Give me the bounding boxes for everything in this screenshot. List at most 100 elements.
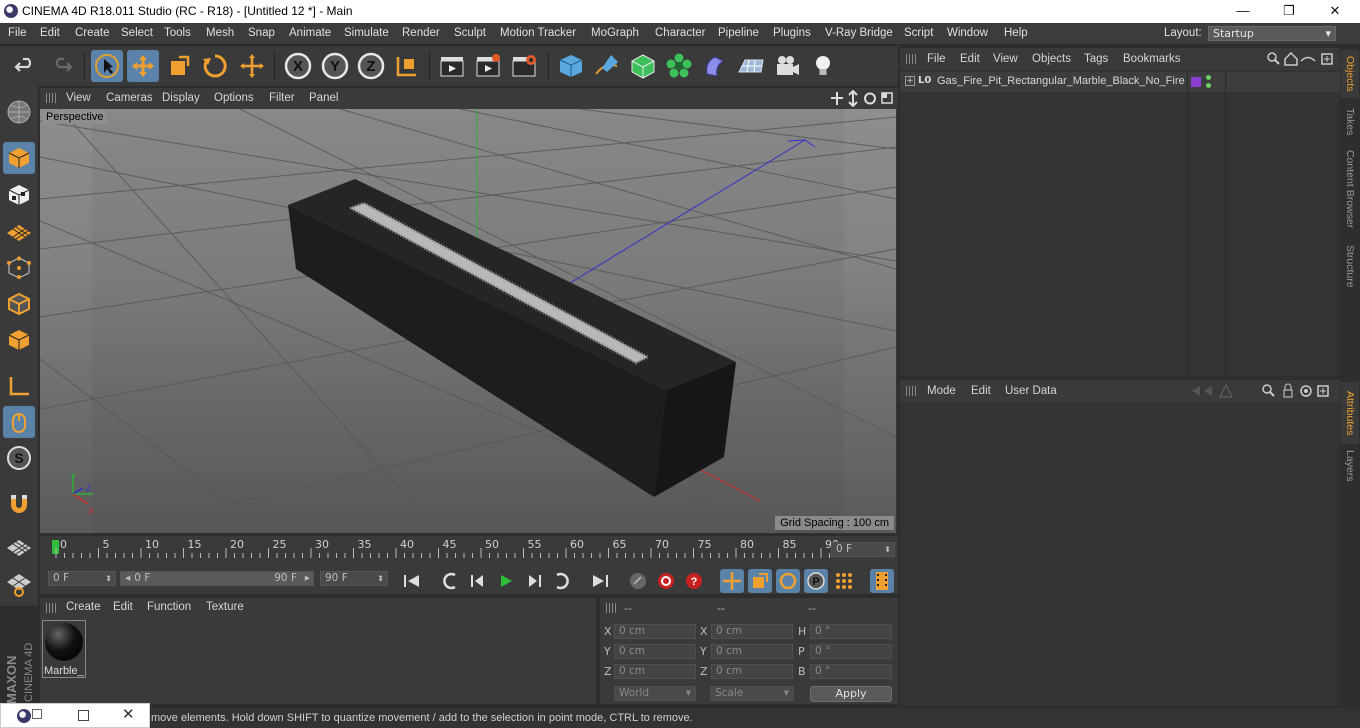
make-editable-button[interactable] (3, 96, 35, 128)
pos-x-field[interactable]: 0 cm (614, 624, 696, 639)
3d-viewport[interactable]: Y Z X Perspective Grid Spacing : 100 cm (40, 109, 896, 533)
viewport-menu-view[interactable]: View (66, 92, 91, 104)
menu-tools[interactable]: Tools (164, 27, 191, 39)
workplane-mode-button[interactable] (3, 215, 35, 247)
record-point-level-button[interactable] (832, 569, 856, 593)
object-menu-file[interactable]: File (927, 53, 946, 65)
object-manager-tool-icons[interactable] (1266, 51, 1338, 67)
restore-icon[interactable] (32, 709, 42, 719)
go-to-start-button[interactable] (400, 569, 424, 593)
render-visibility-dot[interactable] (1206, 83, 1211, 88)
menu-select[interactable]: Select (121, 27, 153, 39)
material-menu-texture[interactable]: Texture (206, 601, 244, 613)
attribute-menu-user-data[interactable]: User Data (1005, 385, 1057, 397)
object-menu-objects[interactable]: Objects (1032, 53, 1071, 65)
tweak-mode-button[interactable] (3, 406, 35, 438)
rotate-tool-button[interactable] (199, 50, 231, 82)
viewport-menu-display[interactable]: Display (162, 92, 200, 104)
tab-content-browser[interactable]: Content Browser (1341, 144, 1359, 234)
coordinate-system-button[interactable] (391, 50, 423, 82)
object-menu-view[interactable]: View (993, 53, 1018, 65)
end-frame-field[interactable]: 90 F ⬍ (320, 571, 388, 586)
object-name[interactable]: Gas_Fire_Pit_Rectangular_Marble_Black_No… (937, 75, 1185, 87)
expand-icon[interactable]: + (905, 76, 915, 86)
tab-objects[interactable]: Objects (1341, 50, 1359, 98)
cloner-button[interactable] (663, 50, 695, 82)
snap-button[interactable]: S (3, 442, 35, 474)
redo-button[interactable] (46, 50, 78, 82)
material-menu-edit[interactable]: Edit (113, 601, 133, 613)
move-tool-button[interactable] (127, 50, 159, 82)
viewport-menu-options[interactable]: Options (214, 92, 254, 104)
texture-mode-button[interactable] (3, 179, 35, 211)
next-frame-button[interactable] (522, 569, 546, 593)
camera-button[interactable] (771, 50, 803, 82)
record-parameter-button[interactable]: P (804, 569, 828, 593)
size-y-field[interactable]: 0 cm (711, 644, 793, 659)
magnet-button[interactable] (3, 488, 35, 520)
record-rotation-button[interactable] (776, 569, 800, 593)
apply-button[interactable]: Apply (810, 686, 892, 702)
menu-file[interactable]: File (8, 27, 27, 39)
tab-structure[interactable]: Structure (1341, 238, 1359, 294)
menu-snap[interactable]: Snap (248, 27, 275, 39)
attribute-manager-tool-icons[interactable] (1190, 383, 1338, 399)
previous-key-button[interactable] (438, 569, 462, 593)
menu-window[interactable]: Window (947, 27, 988, 39)
light-button[interactable] (807, 50, 839, 82)
menu-script[interactable]: Script (904, 27, 933, 39)
maximize-icon[interactable] (78, 710, 89, 721)
attribute-menu-edit[interactable]: Edit (971, 385, 991, 397)
render-view-button[interactable] (436, 50, 468, 82)
menu-plugins[interactable]: Plugins (773, 27, 811, 39)
pos-z-field[interactable]: 0 cm (614, 664, 696, 679)
play-button[interactable] (494, 569, 518, 593)
menu-sculpt[interactable]: Sculpt (454, 27, 486, 39)
object-menu-bookmarks[interactable]: Bookmarks (1123, 53, 1181, 65)
menu-simulate[interactable]: Simulate (344, 27, 389, 39)
layout-select[interactable]: Startup ▾ (1208, 26, 1336, 41)
object-menu-tags[interactable]: Tags (1084, 53, 1108, 65)
polygon-mode-button[interactable] (3, 324, 35, 356)
undo-button[interactable] (9, 50, 41, 82)
edge-mode-button[interactable] (3, 288, 35, 320)
size-z-field[interactable]: 0 cm (711, 664, 793, 679)
deformer-button[interactable] (699, 50, 731, 82)
pen-spline-button[interactable] (591, 50, 623, 82)
next-key-button[interactable] (550, 569, 574, 593)
size-x-field[interactable]: 0 cm (711, 624, 793, 639)
preview-range-slider[interactable]: ◂ 0 F 90 F ▸ (120, 571, 314, 586)
rot-b-field[interactable]: 0 ° (810, 664, 892, 679)
viewport-menu-filter[interactable]: Filter (269, 92, 295, 104)
point-mode-button[interactable] (3, 252, 35, 284)
render-settings-button[interactable] (508, 50, 540, 82)
menu-motion-tracker[interactable]: Motion Tracker (500, 27, 576, 39)
viewport-menu-panel[interactable]: Panel (309, 92, 338, 104)
select-tool-button[interactable] (91, 50, 123, 82)
menu-edit[interactable]: Edit (40, 27, 60, 39)
timeline-ruler[interactable]: 051015202530354045505560657075808590 0 F… (40, 536, 898, 566)
keyframe-selection-button[interactable] (626, 569, 650, 593)
size-mode-select[interactable]: Scale ▾ (710, 686, 794, 701)
transform-tool-button[interactable] (236, 50, 268, 82)
record-scale-button[interactable] (748, 569, 772, 593)
rot-p-field[interactable]: 0 ° (810, 644, 892, 659)
start-frame-field[interactable]: 0 F ⬍ (48, 571, 116, 586)
subdivision-surface-button[interactable] (627, 50, 659, 82)
viewport-nav-icons[interactable] (830, 90, 894, 107)
maximize-button[interactable]: ❐ (1266, 0, 1312, 23)
object-menu-edit[interactable]: Edit (960, 53, 980, 65)
scale-tool-button[interactable] (163, 50, 195, 82)
coordinate-mode-select[interactable]: World ▾ (614, 686, 696, 701)
minimize-button[interactable]: — (1220, 0, 1266, 23)
render-to-picture-viewer-button[interactable] (472, 50, 504, 82)
material-menu-function[interactable]: Function (147, 601, 191, 613)
y-axis-lock-button[interactable]: Y (319, 50, 351, 82)
menu-character[interactable]: Character (655, 27, 706, 39)
menu-pipeline[interactable]: Pipeline (718, 27, 759, 39)
go-to-end-button[interactable] (588, 569, 612, 593)
previous-frame-button[interactable] (466, 569, 490, 593)
pos-y-field[interactable]: 0 cm (614, 644, 696, 659)
viewport-menu-cameras[interactable]: Cameras (106, 92, 153, 104)
tab-attributes[interactable]: Attributes (1341, 382, 1359, 444)
